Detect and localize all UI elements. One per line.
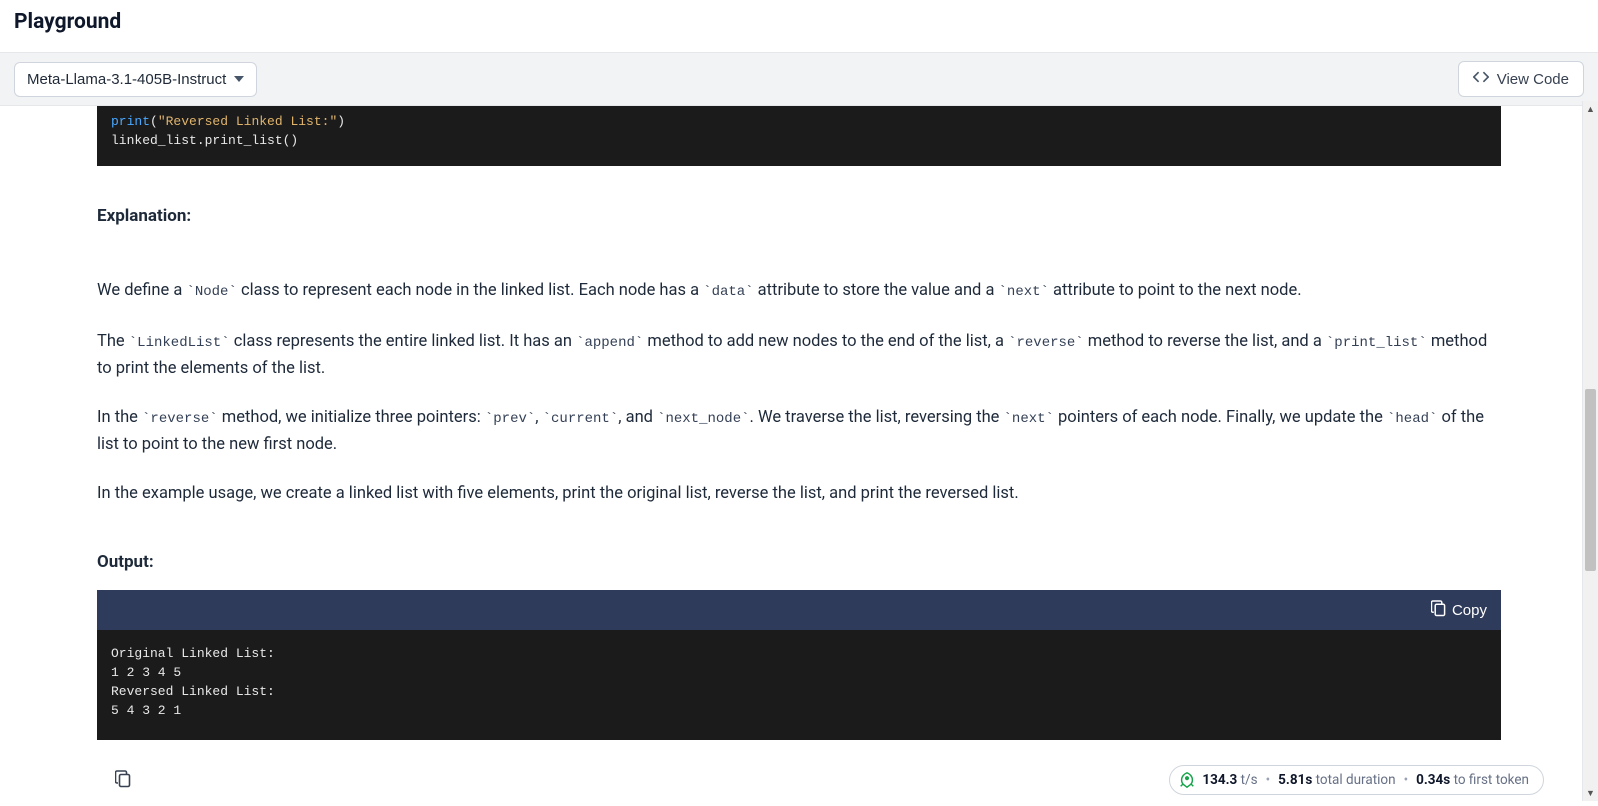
text: attribute to point to the next node. xyxy=(1049,281,1302,300)
inline-code: `next_node` xyxy=(657,411,749,427)
model-select[interactable]: Meta-Llama-3.1-405B-Instruct xyxy=(14,62,257,97)
inline-code: `LinkedList` xyxy=(129,335,230,351)
inline-code: `print_list` xyxy=(1326,335,1427,351)
view-code-label: View Code xyxy=(1497,71,1569,88)
explanation-body: We define a `Node` class to represent ea… xyxy=(97,278,1501,506)
code-block-snippet: print("Reversed Linked List:") linked_li… xyxy=(97,106,1501,166)
text: pointers of each node. Finally, we updat… xyxy=(1054,408,1387,427)
stats-sep: • xyxy=(1264,772,1273,788)
caret-down-icon xyxy=(234,71,244,88)
main-content-scroll[interactable]: print("Reversed Linked List:") linked_li… xyxy=(0,106,1598,806)
text: . We traverse the list, reversing the xyxy=(750,408,1004,427)
inline-code: `reverse` xyxy=(1008,335,1084,351)
stats-rate: 134.3 t/s xyxy=(1202,772,1257,788)
code-text: ) xyxy=(337,114,345,129)
stats-first-token: 0.34s to first token xyxy=(1416,772,1529,788)
inline-code: `current` xyxy=(543,411,619,427)
text: We define a xyxy=(97,281,186,300)
copy-response-button[interactable] xyxy=(111,766,135,795)
response-content: print("Reversed Linked List:") linked_li… xyxy=(0,106,1598,800)
paragraph: In the example usage, we create a linked… xyxy=(97,481,1501,506)
text: The xyxy=(97,332,129,351)
explanation-heading: Explanation: xyxy=(97,206,1501,226)
inline-code: `prev` xyxy=(485,411,535,427)
generation-stats-pill: 134.3 t/s • 5.81s total duration • 0.34s… xyxy=(1169,765,1544,795)
inline-code: `next` xyxy=(999,284,1049,300)
text: method to reverse the list, and a xyxy=(1084,332,1326,351)
copy-label: Copy xyxy=(1452,602,1487,619)
stats-total-duration: 5.81s total duration xyxy=(1278,772,1395,788)
output-heading: Output: xyxy=(97,552,1501,572)
text: method, we initialize three pointers: xyxy=(218,408,485,427)
text: attribute to store the value and a xyxy=(754,281,999,300)
scroll-down-arrow-icon[interactable]: ▼ xyxy=(1583,785,1598,801)
inline-code: `data` xyxy=(703,284,753,300)
text: , xyxy=(535,408,542,427)
text: method to add new nodes to the end of th… xyxy=(643,332,1008,351)
code-keyword: print xyxy=(111,114,150,129)
model-select-label: Meta-Llama-3.1-405B-Instruct xyxy=(27,71,226,88)
code-text: ( xyxy=(150,114,158,129)
toolbar: Meta-Llama-3.1-405B-Instruct View Code xyxy=(0,52,1598,106)
scrollbar-thumb[interactable] xyxy=(1585,389,1596,571)
code-brackets-icon xyxy=(1473,70,1489,88)
vertical-scrollbar[interactable]: ▲ ▼ xyxy=(1582,101,1598,801)
code-text: linked_list.print_list() xyxy=(111,133,298,148)
scroll-up-arrow-icon[interactable]: ▲ xyxy=(1583,101,1598,117)
inline-code: `append` xyxy=(576,335,643,351)
rocket-icon xyxy=(1178,771,1196,789)
output-block: Copy Original Linked List: 1 2 3 4 5 Rev… xyxy=(97,590,1501,740)
response-footer: 134.3 t/s • 5.81s total duration • 0.34s… xyxy=(97,760,1554,800)
output-block-body: Original Linked List: 1 2 3 4 5 Reversed… xyxy=(97,630,1501,740)
paragraph: We define a `Node` class to represent ea… xyxy=(97,278,1501,305)
paragraph: The `LinkedList` class represents the en… xyxy=(97,329,1501,381)
text: In the xyxy=(97,408,142,427)
stats-sep: • xyxy=(1402,772,1411,788)
text: class represents the entire linked list.… xyxy=(230,332,576,351)
paragraph: In the `reverse` method, we initialize t… xyxy=(97,405,1501,457)
page-title: Playground xyxy=(0,0,1598,52)
output-block-header: Copy xyxy=(97,590,1501,630)
copy-icon xyxy=(1431,600,1446,621)
view-code-button[interactable]: View Code xyxy=(1458,61,1584,97)
copy-output-button[interactable]: Copy xyxy=(1431,600,1487,621)
text: class to represent each node in the link… xyxy=(237,281,703,300)
inline-code: `Node` xyxy=(186,284,236,300)
inline-code: `next` xyxy=(1004,411,1054,427)
code-string: "Reversed Linked List:" xyxy=(158,114,337,129)
inline-code: `reverse` xyxy=(142,411,218,427)
text: , and xyxy=(618,408,657,427)
inline-code: `head` xyxy=(1387,411,1437,427)
